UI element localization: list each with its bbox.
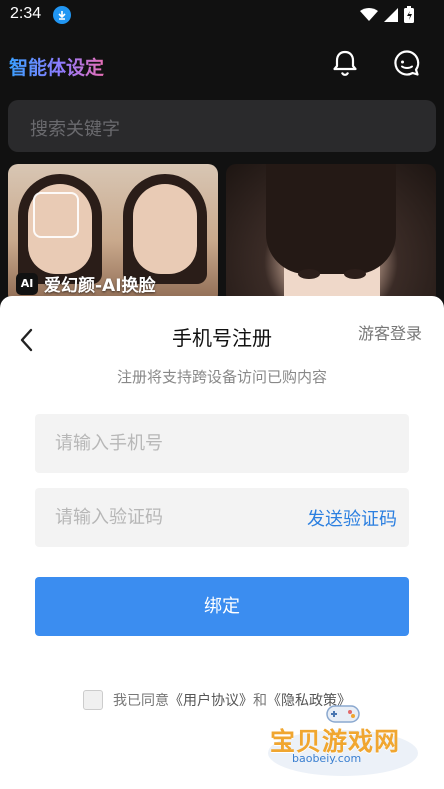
status-bar: 2:34 xyxy=(0,0,444,32)
bell-icon[interactable] xyxy=(330,48,360,78)
page-title: 智能体设定 xyxy=(9,53,104,80)
bind-button[interactable]: 绑定 xyxy=(35,577,409,636)
send-code-button[interactable]: 发送验证码 xyxy=(307,505,397,531)
user-agreement-link[interactable]: 《用户协议》 xyxy=(169,690,253,710)
phone-field[interactable] xyxy=(35,414,409,473)
watermark: 宝贝游戏网 baobeiy.com xyxy=(268,700,418,780)
status-icons xyxy=(360,6,414,27)
search-bar[interactable]: 搜索关键字 xyxy=(8,100,436,152)
feature-card-portrait[interactable] xyxy=(226,164,436,304)
code-input[interactable] xyxy=(55,488,295,547)
search-placeholder: 搜索关键字 xyxy=(30,119,120,140)
download-icon xyxy=(53,6,71,24)
card-title: 爱幻颜-AI换脸 xyxy=(44,276,156,296)
signal-icon xyxy=(384,7,398,26)
status-time: 2:34 xyxy=(10,5,42,22)
guest-login-link[interactable]: 游客登录 xyxy=(358,320,422,344)
agree-and: 和 xyxy=(253,693,267,709)
card-label: AI 爱幻颜-AI换脸 xyxy=(16,271,156,296)
header: 智能体设定 xyxy=(0,40,444,90)
watermark-url: baobeiy.com xyxy=(292,752,362,765)
sheet-subtitle: 注册将支持跨设备访问已购内容 xyxy=(116,368,327,386)
battery-icon xyxy=(404,6,414,27)
chat-icon[interactable] xyxy=(392,48,422,78)
card-image-hair xyxy=(266,164,396,274)
agree-checkbox[interactable] xyxy=(83,690,103,710)
code-field[interactable]: 发送验证码 xyxy=(35,488,409,547)
ai-badge: AI xyxy=(16,272,38,295)
card-image-eye xyxy=(298,269,320,279)
agree-prefix: 我已同意 xyxy=(113,693,169,709)
wifi-icon xyxy=(360,7,378,26)
card-image-face xyxy=(133,184,197,274)
feature-card-face-swap[interactable]: AI 爱幻颜-AI换脸 xyxy=(8,164,218,304)
face-frame-icon xyxy=(33,192,79,238)
card-image-eye xyxy=(344,269,366,279)
phone-input[interactable] xyxy=(55,414,295,473)
